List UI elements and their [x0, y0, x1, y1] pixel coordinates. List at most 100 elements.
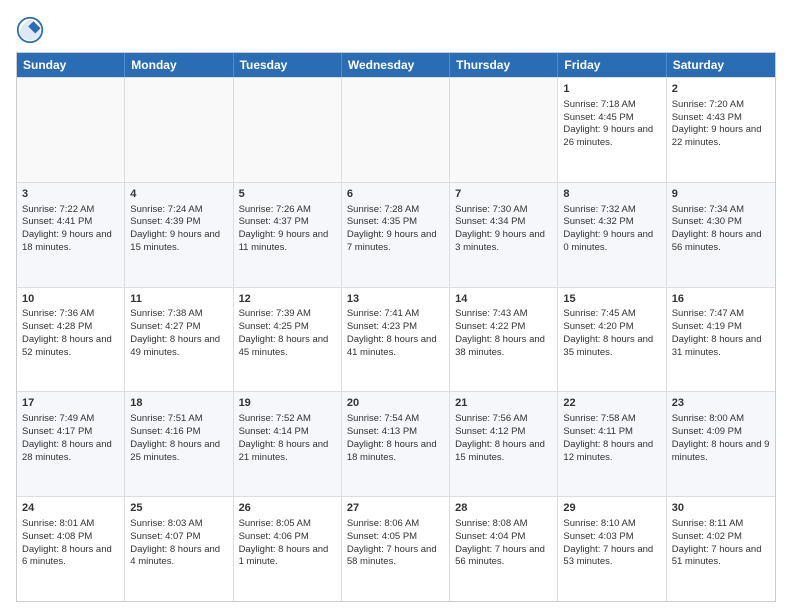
- day-number: 25: [130, 501, 227, 516]
- calendar-day-2: 2 Sunrise: 7:20 AM Sunset: 4:43 PM Daylig…: [667, 78, 775, 182]
- calendar-day-23: 23Sunrise: 8:00 AM Sunset: 4:09 PM Dayli…: [667, 392, 775, 496]
- weekday-header-friday: Friday: [558, 53, 666, 77]
- day-number: 5: [239, 187, 336, 202]
- day-info: Sunrise: 8:00 AM Sunset: 4:09 PM Dayligh…: [672, 413, 770, 462]
- day-number: 19: [239, 396, 336, 411]
- logo-icon: [16, 16, 44, 44]
- calendar-day-11: 11Sunrise: 7:38 AM Sunset: 4:27 PM Dayli…: [125, 288, 233, 392]
- day-info: Sunrise: 7:41 AM Sunset: 4:23 PM Dayligh…: [347, 308, 437, 357]
- weekday-header-monday: Monday: [125, 53, 233, 77]
- calendar-day-10: 10Sunrise: 7:36 AM Sunset: 4:28 PM Dayli…: [17, 288, 125, 392]
- day-info: Sunrise: 8:03 AM Sunset: 4:07 PM Dayligh…: [130, 518, 220, 567]
- calendar-day-19: 19 Sunrise: 7:52 AM Sunset: 4:14 PM Dayli…: [234, 392, 342, 496]
- day-number: 30: [672, 501, 770, 516]
- empty-cell: [234, 78, 342, 182]
- calendar-day-3: 3 Sunrise: 7:22 AM Sunset: 4:41 PM Daylig…: [17, 183, 125, 287]
- day-number: 10: [22, 292, 119, 307]
- day-number: 7: [455, 187, 552, 202]
- day-info: Sunrise: 7:58 AM Sunset: 4:11 PM Dayligh…: [563, 413, 653, 462]
- day-number: 1: [563, 82, 660, 97]
- day-number: 2: [672, 82, 770, 97]
- calendar-row: 3 Sunrise: 7:22 AM Sunset: 4:41 PM Daylig…: [17, 182, 775, 287]
- day-number: 28: [455, 501, 552, 516]
- page: SundayMondayTuesdayWednesdayThursdayFrid…: [0, 0, 792, 612]
- day-info: Sunrise: 7:20 AM Sunset: 4:43 PM Dayligh…: [672, 99, 762, 148]
- calendar-day-28: 28Sunrise: 8:08 AM Sunset: 4:04 PM Dayli…: [450, 497, 558, 601]
- calendar-day-9: 9Sunrise: 7:34 AM Sunset: 4:30 PM Daylig…: [667, 183, 775, 287]
- calendar-day-4: 4Sunrise: 7:24 AM Sunset: 4:39 PM Daylig…: [125, 183, 233, 287]
- calendar-day-7: 7 Sunrise: 7:30 AM Sunset: 4:34 PM Daylig…: [450, 183, 558, 287]
- calendar-day-20: 20 Sunrise: 7:54 AM Sunset: 4:13 PM Dayli…: [342, 392, 450, 496]
- calendar-day-1: 1 Sunrise: 7:18 AM Sunset: 4:45 PM Daylig…: [558, 78, 666, 182]
- day-info: Sunrise: 7:54 AM Sunset: 4:13 PM Dayligh…: [347, 413, 437, 462]
- calendar-day-22: 22 Sunrise: 7:58 AM Sunset: 4:11 PM Dayli…: [558, 392, 666, 496]
- day-number: 18: [130, 396, 227, 411]
- calendar-body: 1 Sunrise: 7:18 AM Sunset: 4:45 PM Daylig…: [17, 77, 775, 601]
- day-info: Sunrise: 7:38 AM Sunset: 4:27 PM Dayligh…: [130, 308, 220, 357]
- day-info: Sunrise: 7:36 AM Sunset: 4:28 PM Dayligh…: [22, 308, 112, 357]
- day-number: 16: [672, 292, 770, 307]
- day-number: 11: [130, 292, 227, 307]
- logo: [16, 16, 48, 44]
- day-info: Sunrise: 7:22 AM Sunset: 4:41 PM Dayligh…: [22, 204, 112, 253]
- calendar-day-14: 14Sunrise: 7:43 AM Sunset: 4:22 PM Dayli…: [450, 288, 558, 392]
- day-info: Sunrise: 8:11 AM Sunset: 4:02 PM Dayligh…: [672, 518, 762, 567]
- day-info: Sunrise: 7:32 AM Sunset: 4:32 PM Dayligh…: [563, 204, 653, 253]
- calendar-row: 1 Sunrise: 7:18 AM Sunset: 4:45 PM Daylig…: [17, 77, 775, 182]
- day-info: Sunrise: 7:28 AM Sunset: 4:35 PM Dayligh…: [347, 204, 437, 253]
- day-number: 8: [563, 187, 660, 202]
- day-number: 20: [347, 396, 444, 411]
- empty-cell: [17, 78, 125, 182]
- day-number: 24: [22, 501, 119, 516]
- day-number: 15: [563, 292, 660, 307]
- day-number: 13: [347, 292, 444, 307]
- calendar-row: 10Sunrise: 7:36 AM Sunset: 4:28 PM Dayli…: [17, 287, 775, 392]
- calendar: SundayMondayTuesdayWednesdayThursdayFrid…: [16, 52, 776, 602]
- calendar-day-21: 21 Sunrise: 7:56 AM Sunset: 4:12 PM Dayli…: [450, 392, 558, 496]
- calendar-day-6: 6Sunrise: 7:28 AM Sunset: 4:35 PM Daylig…: [342, 183, 450, 287]
- day-info: Sunrise: 7:45 AM Sunset: 4:20 PM Dayligh…: [563, 308, 653, 357]
- calendar-header-row: SundayMondayTuesdayWednesdayThursdayFrid…: [17, 53, 775, 77]
- day-info: Sunrise: 7:47 AM Sunset: 4:19 PM Dayligh…: [672, 308, 762, 357]
- day-info: Sunrise: 7:18 AM Sunset: 4:45 PM Dayligh…: [563, 99, 653, 148]
- day-info: Sunrise: 7:52 AM Sunset: 4:14 PM Dayligh…: [239, 413, 329, 462]
- day-info: Sunrise: 7:30 AM Sunset: 4:34 PM Dayligh…: [455, 204, 545, 253]
- weekday-header-saturday: Saturday: [667, 53, 775, 77]
- day-number: 26: [239, 501, 336, 516]
- calendar-day-13: 13Sunrise: 7:41 AM Sunset: 4:23 PM Dayli…: [342, 288, 450, 392]
- calendar-day-27: 27Sunrise: 8:06 AM Sunset: 4:05 PM Dayli…: [342, 497, 450, 601]
- day-info: Sunrise: 7:43 AM Sunset: 4:22 PM Dayligh…: [455, 308, 545, 357]
- day-info: Sunrise: 8:10 AM Sunset: 4:03 PM Dayligh…: [563, 518, 653, 567]
- calendar-day-5: 5 Sunrise: 7:26 AM Sunset: 4:37 PM Daylig…: [234, 183, 342, 287]
- day-number: 27: [347, 501, 444, 516]
- day-number: 14: [455, 292, 552, 307]
- day-info: Sunrise: 8:01 AM Sunset: 4:08 PM Dayligh…: [22, 518, 112, 567]
- day-number: 21: [455, 396, 552, 411]
- empty-cell: [125, 78, 233, 182]
- weekday-header-thursday: Thursday: [450, 53, 558, 77]
- day-number: 3: [22, 187, 119, 202]
- header: [16, 16, 776, 44]
- day-info: Sunrise: 7:56 AM Sunset: 4:12 PM Dayligh…: [455, 413, 545, 462]
- calendar-row: 17Sunrise: 7:49 AM Sunset: 4:17 PM Dayli…: [17, 391, 775, 496]
- weekday-header-tuesday: Tuesday: [234, 53, 342, 77]
- day-info: Sunrise: 7:26 AM Sunset: 4:37 PM Dayligh…: [239, 204, 329, 253]
- day-info: Sunrise: 7:24 AM Sunset: 4:39 PM Dayligh…: [130, 204, 220, 253]
- weekday-header-wednesday: Wednesday: [342, 53, 450, 77]
- weekday-header-sunday: Sunday: [17, 53, 125, 77]
- empty-cell: [342, 78, 450, 182]
- day-info: Sunrise: 7:51 AM Sunset: 4:16 PM Dayligh…: [130, 413, 220, 462]
- empty-cell: [450, 78, 558, 182]
- day-info: Sunrise: 7:39 AM Sunset: 4:25 PM Dayligh…: [239, 308, 329, 357]
- calendar-day-26: 26Sunrise: 8:05 AM Sunset: 4:06 PM Dayli…: [234, 497, 342, 601]
- calendar-row: 24 Sunrise: 8:01 AM Sunset: 4:08 PM Dayli…: [17, 496, 775, 601]
- calendar-day-30: 30 Sunrise: 8:11 AM Sunset: 4:02 PM Dayli…: [667, 497, 775, 601]
- calendar-day-18: 18 Sunrise: 7:51 AM Sunset: 4:16 PM Dayli…: [125, 392, 233, 496]
- calendar-day-25: 25 Sunrise: 8:03 AM Sunset: 4:07 PM Dayli…: [125, 497, 233, 601]
- calendar-day-16: 16Sunrise: 7:47 AM Sunset: 4:19 PM Dayli…: [667, 288, 775, 392]
- day-number: 9: [672, 187, 770, 202]
- calendar-day-8: 8 Sunrise: 7:32 AM Sunset: 4:32 PM Daylig…: [558, 183, 666, 287]
- calendar-day-29: 29Sunrise: 8:10 AM Sunset: 4:03 PM Dayli…: [558, 497, 666, 601]
- day-number: 17: [22, 396, 119, 411]
- day-number: 22: [563, 396, 660, 411]
